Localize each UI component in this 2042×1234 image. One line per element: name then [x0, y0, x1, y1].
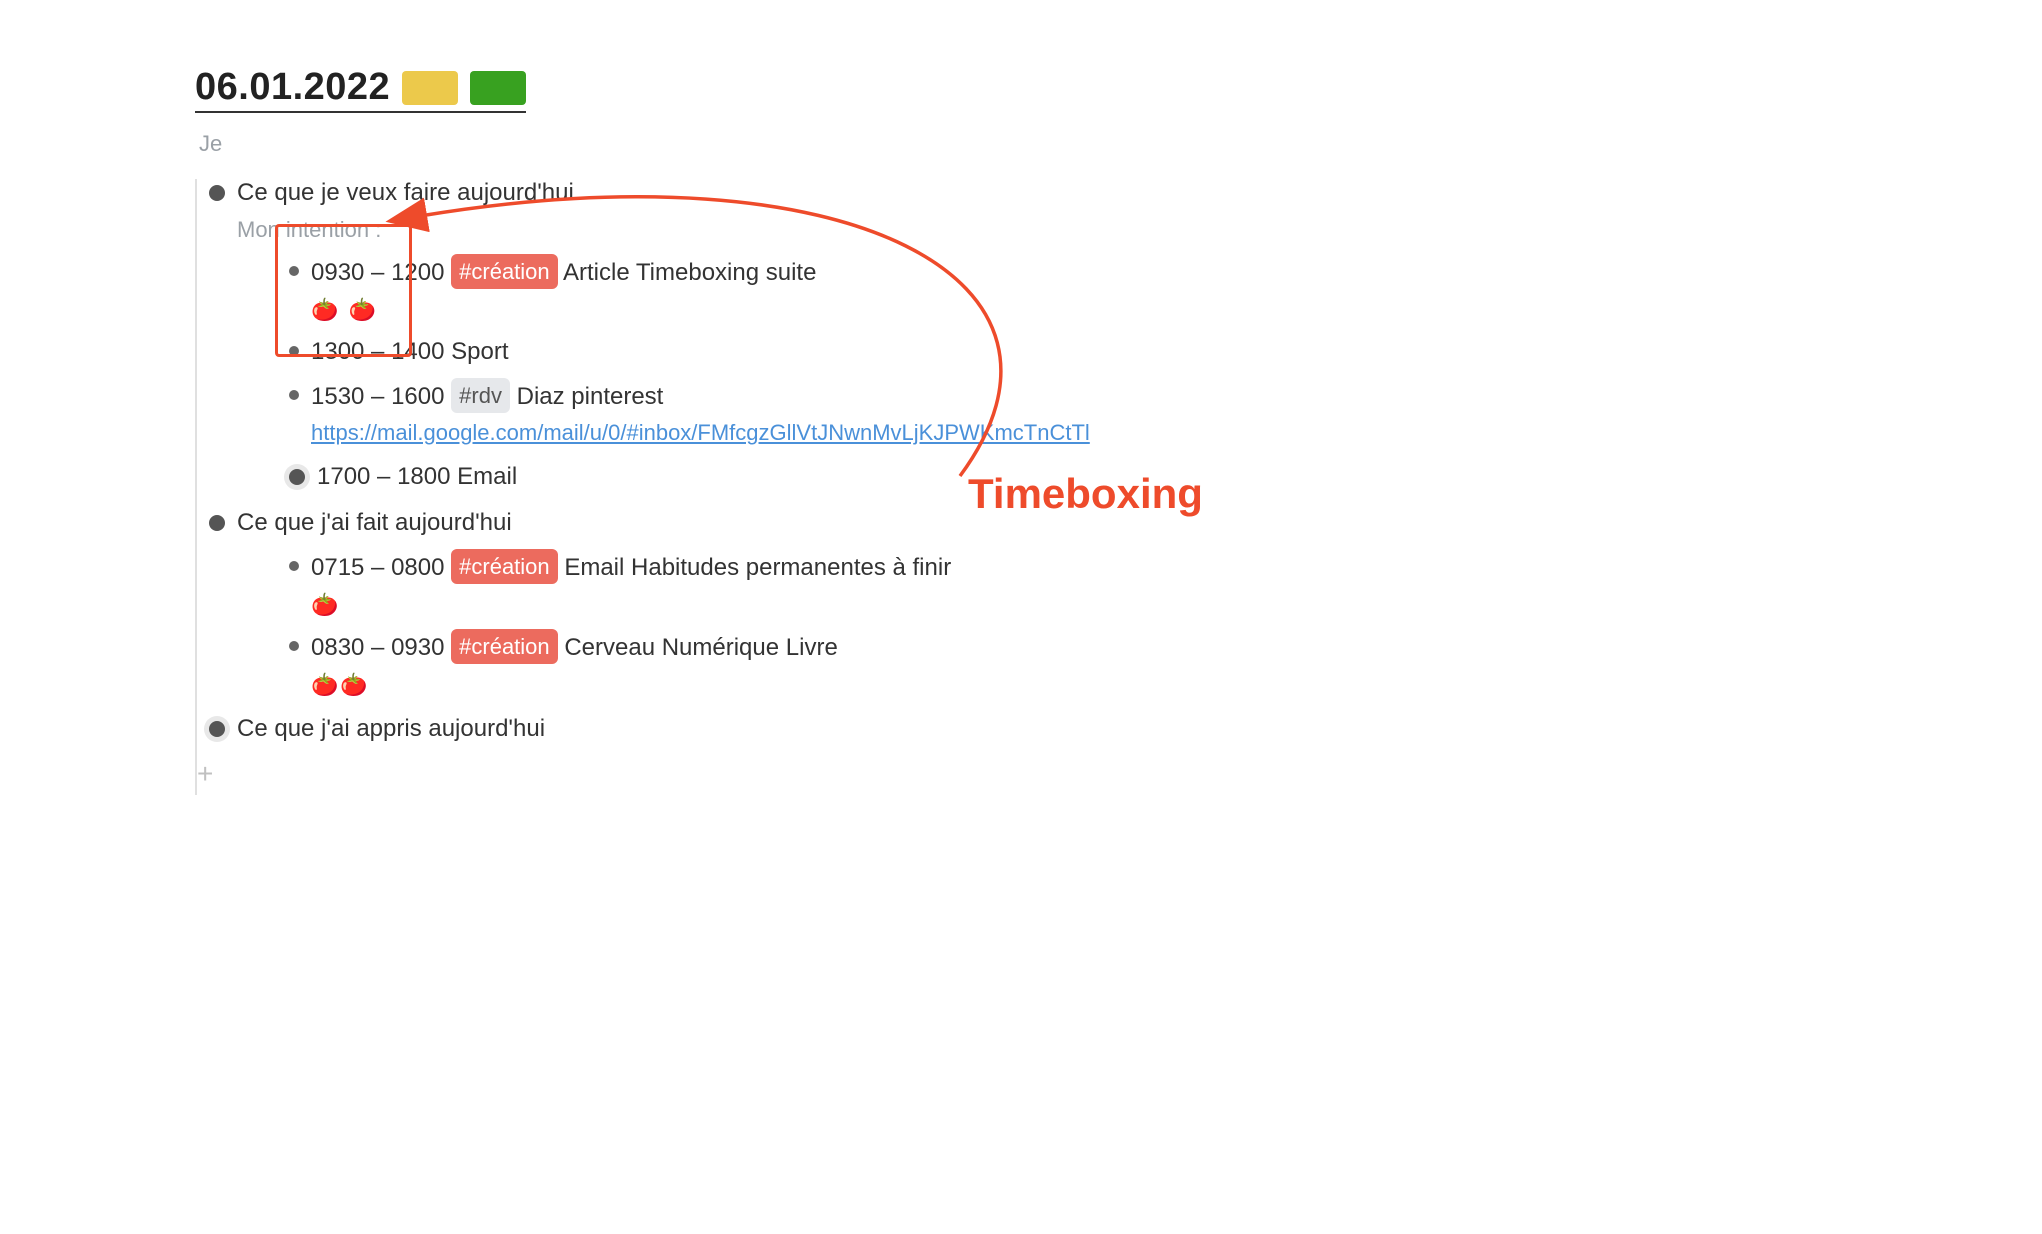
color-swatch-green[interactable] [470, 71, 526, 105]
list-item[interactable]: 0830 – 0930 #création Cerveau Numérique … [289, 629, 1295, 701]
time-range: 1300 – 1400 [311, 338, 444, 365]
list-item[interactable]: 1300 – 1400 Sport [289, 334, 1295, 370]
time-range: 1700 – 1800 [317, 463, 450, 490]
bullet-icon [209, 185, 225, 201]
note-title[interactable]: 06.01.2022 [195, 66, 390, 109]
list-item[interactable]: Ce que je veux faire aujourd'hui Mon int… [209, 175, 1295, 495]
list-item[interactable]: Ce que j'ai appris aujourd'hui [209, 711, 1295, 747]
list-item[interactable]: Ce que j'ai fait aujourd'hui 0715 – 0800… [209, 505, 1295, 701]
outline-guide-line [195, 179, 197, 795]
item-text: Article Timeboxing suite [563, 259, 816, 286]
bullet-icon [289, 390, 299, 400]
bullet-icon [289, 561, 299, 571]
tag-creation[interactable]: #création [451, 254, 558, 289]
list-item[interactable]: 0715 – 0800 #création Email Habitudes pe… [289, 549, 1295, 621]
section-learned-label: Ce que j'ai appris aujourd'hui [237, 711, 1295, 747]
pomodoro-icons: 🍅🍅 [311, 668, 1295, 701]
daily-note: 06.01.2022 Je Ce que je veux faire aujou… [195, 66, 1295, 795]
list-item[interactable]: 0930 – 1200 #création Article Timeboxing… [289, 254, 1295, 326]
pomodoro-icons: 🍅 [311, 588, 1295, 621]
item-text: Diaz pinterest [517, 383, 664, 410]
item-text: Email Habitudes permanentes à finir [564, 554, 951, 581]
bullet-icon [289, 346, 299, 356]
item-text: Cerveau Numérique Livre [564, 634, 837, 661]
list-item[interactable]: 1530 – 1600 #rdv Diaz pinterest https://… [289, 378, 1295, 451]
bullet-icon [289, 266, 299, 276]
time-range: 0715 – 0800 [311, 554, 444, 581]
annotation-label: Timeboxing [968, 470, 1203, 518]
bullet-icon [289, 641, 299, 651]
section-want-subtitle: Mon intention : [237, 213, 1295, 246]
note-title-row: 06.01.2022 [195, 66, 526, 113]
tag-creation[interactable]: #création [451, 549, 558, 584]
item-text: Sport [451, 338, 508, 365]
time-range: 1530 – 1600 [311, 383, 444, 410]
item-text: Email [457, 463, 517, 490]
bullet-collapsed-icon[interactable] [289, 469, 305, 485]
section-want-label: Ce que je veux faire aujourd'hui [237, 175, 1295, 211]
pomodoro-icons: 🍅 🍅 [311, 293, 1295, 326]
bullet-collapsed-icon[interactable] [209, 721, 225, 737]
tag-rdv[interactable]: #rdv [451, 378, 510, 413]
color-swatch-yellow[interactable] [402, 71, 458, 105]
tag-creation[interactable]: #création [451, 629, 558, 664]
note-meta: Je [199, 131, 1295, 157]
bullet-icon [209, 515, 225, 531]
add-node-button[interactable]: + [197, 753, 1295, 795]
time-range: 0830 – 0930 [311, 634, 444, 661]
time-range: 0930 – 1200 [311, 259, 444, 286]
email-link[interactable]: https://mail.google.com/mail/u/0/#inbox/… [311, 420, 1090, 445]
